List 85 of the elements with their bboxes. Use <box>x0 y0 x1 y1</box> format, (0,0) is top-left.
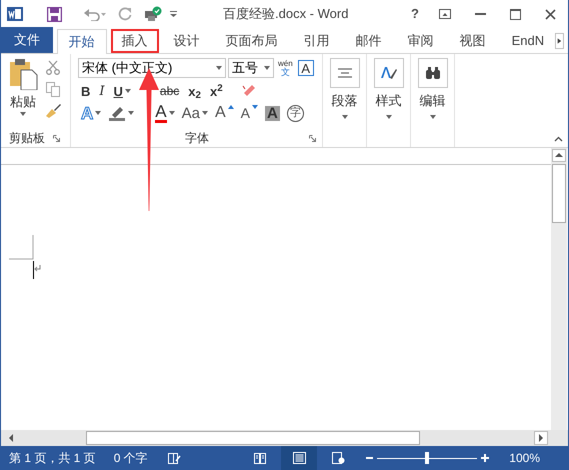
page-corner-mark <box>9 235 34 260</box>
collapse-ribbon-icon[interactable] <box>554 136 563 142</box>
paragraph-mark-icon <box>34 265 41 272</box>
scissors-icon[interactable] <box>46 60 60 75</box>
ribbon-tab[interactable]: 审阅 <box>396 29 445 53</box>
dialog-launcher-icon[interactable] <box>53 134 60 142</box>
super-button[interactable]: x$^{2}$ <box>206 81 226 101</box>
caret-icon <box>342 114 348 118</box>
character-border-button[interactable]: A <box>298 60 314 76</box>
underline-button[interactable]: U <box>110 81 134 101</box>
scrollbar-thumb[interactable] <box>86 431 420 445</box>
touch-mode-icon[interactable] <box>144 6 162 22</box>
ribbon-tab[interactable]: 开始 <box>56 29 107 54</box>
close-icon[interactable] <box>545 8 556 20</box>
caret-icon <box>264 66 270 70</box>
ribbon-tab[interactable]: 设计 <box>162 29 211 53</box>
help-button[interactable]: ? <box>411 4 419 24</box>
caret-icon <box>95 111 102 115</box>
ribbon-tab[interactable]: 视图 <box>448 29 497 53</box>
binoculars-icon <box>424 66 440 80</box>
paragraph-button[interactable]: 段落 <box>330 58 360 118</box>
ribbon-display-icon[interactable] <box>439 9 451 19</box>
shade-button[interactable]: A <box>262 103 283 123</box>
caret-icon <box>124 89 131 93</box>
tab-scroll-icon[interactable] <box>555 32 564 50</box>
bold-button[interactable]: B <box>78 81 94 101</box>
italic-button[interactable]: I <box>96 81 108 101</box>
caret-icon <box>202 111 208 115</box>
grow-button[interactable]: A <box>212 103 237 123</box>
zoom-percentage[interactable]: 100% <box>509 449 540 467</box>
paintbrush-icon[interactable] <box>45 104 61 118</box>
highlighter-icon <box>108 105 126 121</box>
page-lines-icon <box>292 452 306 464</box>
ribbon-tab[interactable]: EndN <box>500 29 556 53</box>
undo-icon[interactable] <box>84 7 106 21</box>
ribbon-tab[interactable]: 页面布局 <box>214 29 289 53</box>
shrink-button[interactable]: A <box>238 103 261 123</box>
font-color-button[interactable]: A <box>152 103 178 123</box>
file-tab[interactable]: 文件 <box>1 27 53 53</box>
horizontal-scrollbar[interactable] <box>1 430 568 446</box>
page-globe-icon <box>332 452 345 464</box>
group-label: 字体 <box>185 130 209 147</box>
case-button[interactable]: Aa <box>178 103 211 123</box>
ribbon-tab[interactable]: 邮件 <box>344 29 393 53</box>
zoom-slider-thumb[interactable] <box>425 452 430 464</box>
ribbon-tab[interactable]: 插入 <box>110 29 159 53</box>
font-size-field[interactable]: 五号 <box>228 58 274 78</box>
maximize-icon[interactable] <box>510 8 521 20</box>
proofing-book-icon[interactable] <box>168 452 181 464</box>
caret-icon <box>430 114 436 118</box>
scroll-right-icon[interactable] <box>534 431 548 445</box>
zoom-in-icon[interactable] <box>481 454 490 462</box>
group-label: 剪贴板 <box>9 130 45 147</box>
word-logo-icon[interactable] <box>7 6 23 22</box>
scrollbar-thumb[interactable] <box>552 164 566 223</box>
word-count[interactable]: 0 个字 <box>114 449 148 467</box>
caret-icon <box>20 112 26 116</box>
strike-button[interactable]: abc <box>156 81 182 101</box>
save-icon[interactable] <box>47 6 62 22</box>
caret-icon <box>168 111 175 115</box>
print-view-button[interactable] <box>281 446 318 470</box>
styles-button[interactable]: 样式 <box>374 58 404 118</box>
book-icon <box>254 452 266 464</box>
caret-icon <box>128 111 134 115</box>
scroll-up-icon[interactable] <box>552 149 566 162</box>
ribbon-tab[interactable]: 引用 <box>292 29 341 53</box>
editing-button[interactable]: 编辑 <box>418 58 448 118</box>
paste-button[interactable]: 粘贴 <box>1 58 45 129</box>
effects-button[interactable]: A <box>78 103 104 123</box>
caret-icon <box>386 114 392 118</box>
window-title: 百度经验.docx - Word <box>223 5 348 24</box>
caret-icon <box>216 66 222 70</box>
sub-button[interactable]: x$_{2}$ <box>185 81 204 101</box>
text-cursor <box>33 261 34 279</box>
increase-triangle-icon <box>228 105 234 109</box>
eraser-icon[interactable] <box>240 84 257 98</box>
vertical-scrollbar[interactable] <box>551 148 567 430</box>
page-count[interactable]: 第 1 页，共 1 页 <box>9 449 96 467</box>
dialog-launcher-icon[interactable] <box>309 134 316 142</box>
align-center-icon <box>338 68 352 78</box>
decrease-triangle-icon <box>252 105 258 109</box>
clipboard-icon <box>8 58 38 90</box>
customize-caret-icon[interactable] <box>170 11 177 17</box>
phonetic-guide-button[interactable]: wén 文 <box>278 60 293 76</box>
styles-brush-icon <box>380 65 398 81</box>
